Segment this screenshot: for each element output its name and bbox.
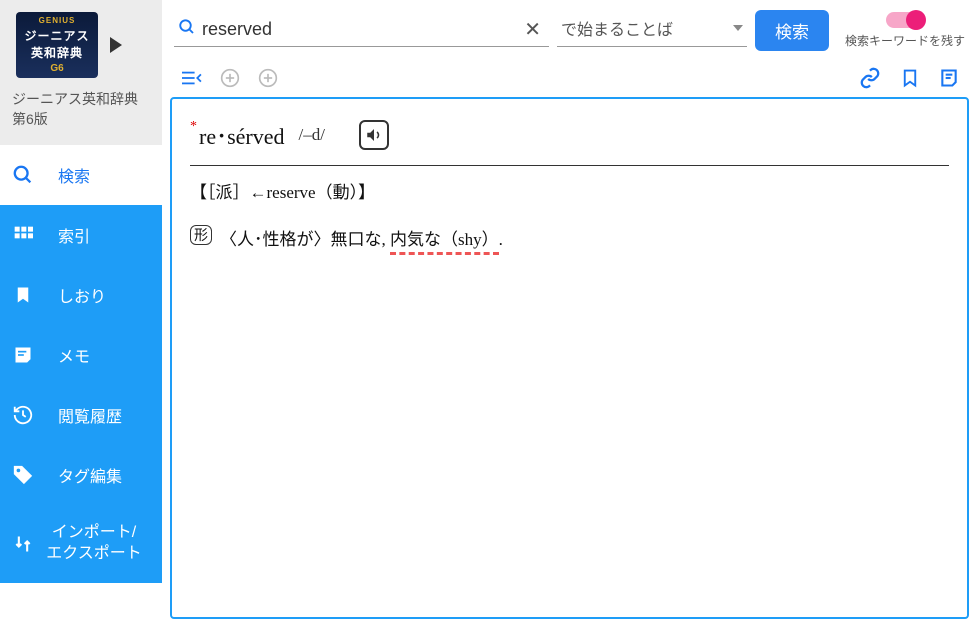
bookmark-icon [12, 284, 34, 306]
sidebar-item-search[interactable]: 検索 [0, 145, 162, 205]
sidebar-item-label: 索引 [58, 223, 90, 247]
entry-content: *re･sérved /–d/ 【［派］←reserve（動）】 形 〈人･性格… [170, 97, 969, 619]
content-toolbar [170, 59, 969, 97]
link-icon[interactable] [859, 67, 881, 89]
plus-circle-icon[interactable] [220, 68, 240, 88]
sidebar-item-memo[interactable]: メモ [0, 325, 162, 385]
search-button[interactable]: 検索 [755, 10, 829, 51]
sidebar-item-index[interactable]: 索引 [0, 205, 162, 265]
import-export-icon [12, 533, 34, 555]
sidebar-item-label: タグ編集 [58, 463, 122, 487]
search-icon [178, 18, 196, 41]
definition-underlined[interactable]: 内気な（shy） [390, 230, 499, 249]
sidebar-item-label: 検索 [58, 163, 90, 187]
tag-icon [12, 464, 34, 486]
definition-prefix: 〈人･性格が〉無口な, [220, 230, 390, 249]
keep-keyword-toggle[interactable] [886, 12, 924, 28]
toggle-label: 検索キーワードを残す [845, 32, 965, 49]
headword: re･sérved [199, 124, 285, 149]
sidebar-nav: 検索 索引 しおり メモ [0, 145, 162, 627]
search-field-wrap: ✕ [174, 15, 549, 47]
search-input[interactable] [202, 19, 514, 40]
dictionary-title: ジーニアス英和辞典 第6版 [8, 86, 154, 137]
etymology: 【［派］←reserve（動）】 [190, 178, 949, 203]
search-bar: ✕ で始まることば 検索 検索キーワードを残す [170, 6, 969, 59]
clear-icon[interactable]: ✕ [520, 17, 545, 42]
logo-edition: G6 [50, 63, 63, 74]
grid-icon [12, 224, 34, 246]
search-icon [12, 164, 34, 186]
collapse-icon[interactable] [180, 69, 202, 87]
filter-label: で始まることば [561, 16, 673, 40]
sidebar: GENIUS ジーニアス 英和辞典 G6 ジーニアス英和辞典 第6版 検索 [0, 0, 162, 627]
definition-line: 形 〈人･性格が〉無口な, 内気な（shy）. [190, 225, 949, 250]
dictionary-logo: GENIUS ジーニアス 英和辞典 G6 [16, 12, 98, 78]
note-outline-icon[interactable] [939, 67, 959, 89]
bookmark-outline-icon[interactable] [901, 67, 919, 89]
chevron-down-icon [733, 25, 743, 31]
note-icon [12, 344, 34, 366]
definition-text: 〈人･性格が〉無口な, 内気な（shy）. [220, 225, 503, 250]
headword-text: *re･sérved [190, 119, 285, 151]
sidebar-item-label: 閲覧履歴 [58, 403, 122, 427]
logo-line1: ジーニアス [24, 27, 89, 44]
headword-line: *re･sérved /–d/ [190, 113, 949, 166]
pronunciation: /–d/ [299, 125, 325, 145]
logo-line2: 英和辞典 [31, 44, 83, 61]
speaker-icon [365, 126, 383, 144]
sidebar-item-tags[interactable]: タグ編集 [0, 445, 162, 505]
audio-button[interactable] [359, 120, 389, 150]
definition-suffix: . [499, 230, 503, 249]
play-icon[interactable] [110, 37, 122, 53]
sidebar-item-label: インポート/ エクスポート [38, 523, 150, 565]
toggle-knob [906, 10, 926, 30]
history-icon [12, 404, 34, 426]
main-panel: ✕ で始まることば 検索 検索キーワードを残す [162, 0, 977, 627]
sidebar-item-label: メモ [58, 343, 90, 367]
pos-badge: 形 [190, 225, 212, 245]
dictionary-header: GENIUS ジーニアス 英和辞典 G6 ジーニアス英和辞典 第6版 [0, 0, 162, 145]
sidebar-item-import-export[interactable]: インポート/ エクスポート [0, 505, 162, 583]
logo-genius-text: GENIUS [39, 16, 76, 25]
plus-circle-icon-2[interactable] [258, 68, 278, 88]
sidebar-item-bookmark[interactable]: しおり [0, 265, 162, 325]
sidebar-item-history[interactable]: 閲覧履歴 [0, 385, 162, 445]
filter-dropdown[interactable]: で始まることば [557, 14, 747, 47]
sidebar-item-label: しおり [58, 283, 106, 307]
keep-keyword-toggle-wrap: 検索キーワードを残す [845, 12, 965, 49]
frequency-asterisk: * [190, 119, 197, 134]
